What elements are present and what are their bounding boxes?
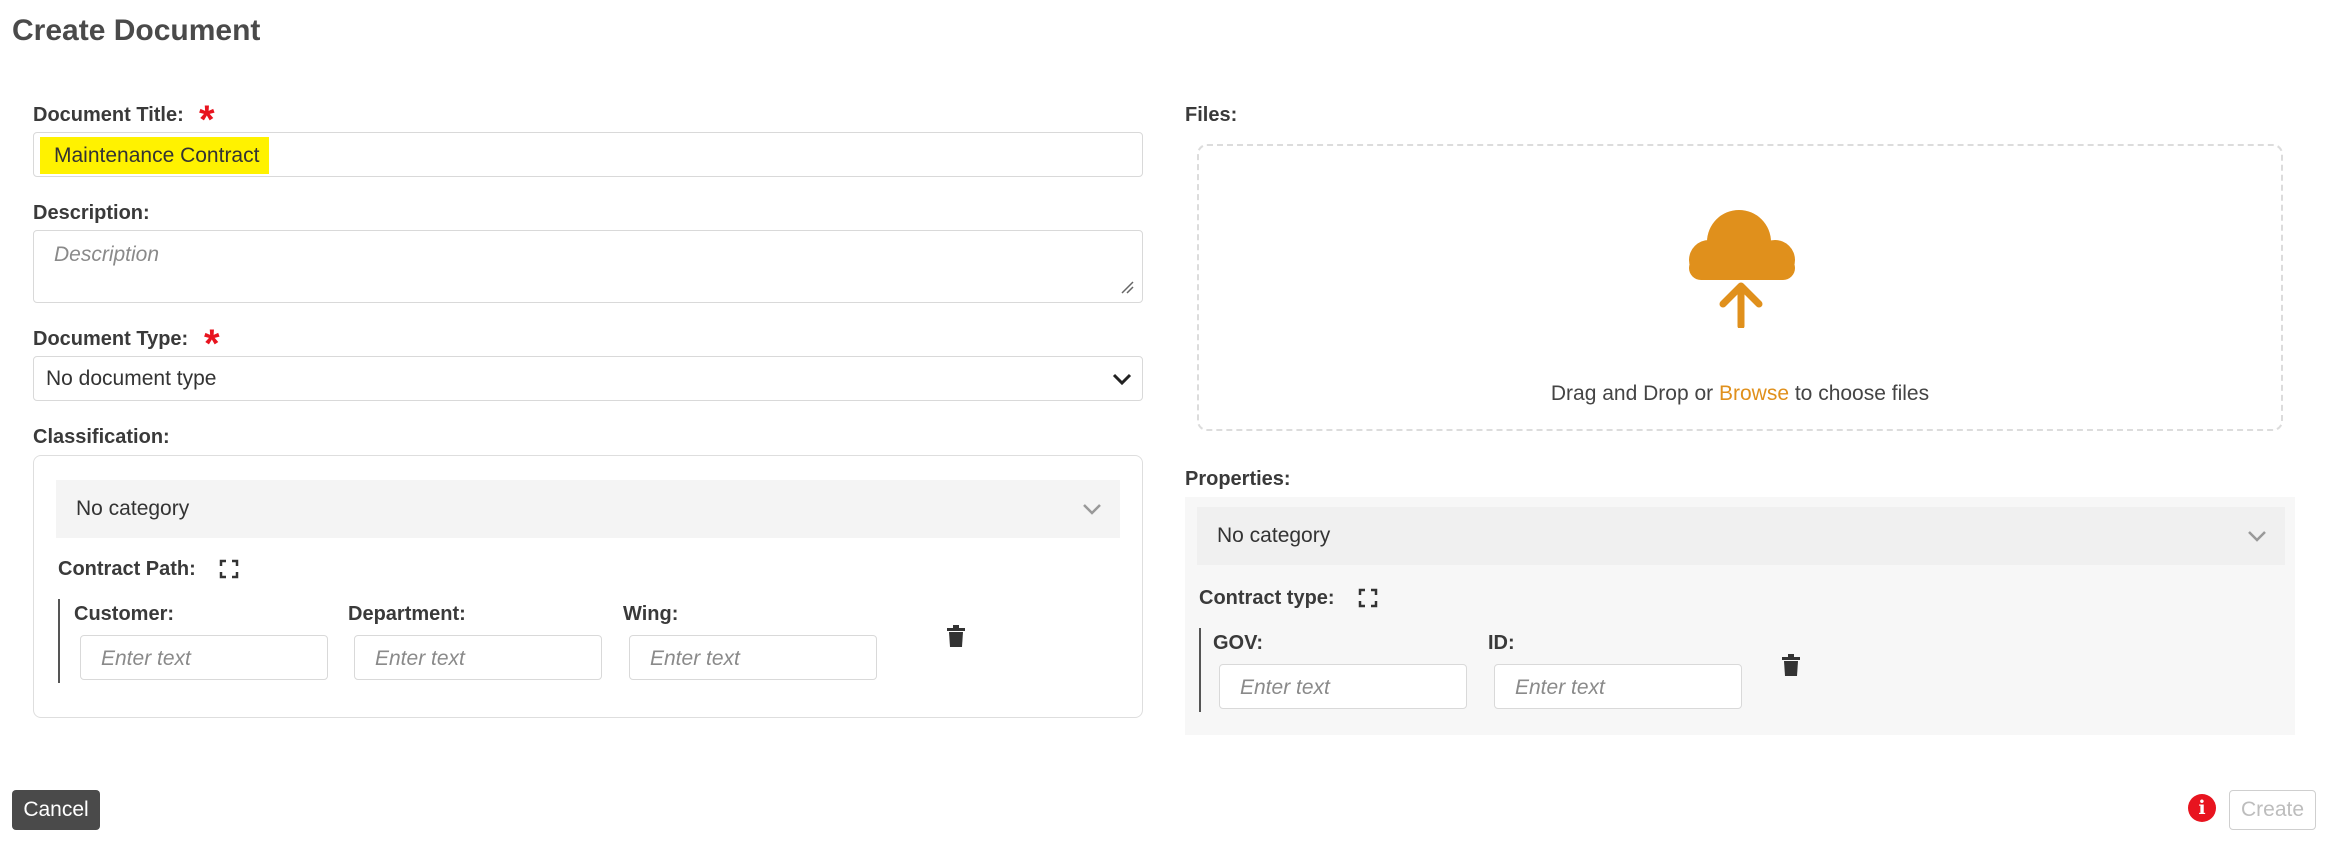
info-error-icon[interactable]: i xyxy=(2188,794,2216,822)
dropzone-text-after: to choose files xyxy=(1789,382,1930,405)
gov-input[interactable]: Enter text xyxy=(1219,664,1467,709)
expand-icon[interactable] xyxy=(219,559,239,579)
wing-placeholder: Enter text xyxy=(650,647,740,670)
gov-label: GOV: xyxy=(1213,632,1264,654)
department-input[interactable]: Enter text xyxy=(354,635,602,680)
classification-panel: No category Contract Path: Customer: Ent… xyxy=(33,455,1143,718)
cloud-upload-icon xyxy=(1689,210,1795,328)
document-type-label: Document Type: xyxy=(33,328,189,350)
description-textarea[interactable]: Description xyxy=(33,230,1143,303)
customer-placeholder: Enter text xyxy=(101,647,191,670)
wing-input[interactable]: Enter text xyxy=(629,635,877,680)
resize-handle-icon[interactable] xyxy=(1120,280,1134,294)
browse-link[interactable]: Browse xyxy=(1719,382,1789,405)
files-label: Files: xyxy=(1185,104,1238,126)
dropzone-instructions: Drag and Drop or Browse to choose files xyxy=(1199,382,2281,406)
department-label: Department: xyxy=(348,603,466,625)
chevron-down-icon xyxy=(1112,373,1132,386)
document-title-value: Maintenance Contract xyxy=(40,137,270,174)
document-type-value: No document type xyxy=(46,367,217,390)
create-button[interactable]: Create xyxy=(2229,790,2316,830)
cancel-button[interactable]: Cancel xyxy=(12,790,100,830)
id-label: ID: xyxy=(1488,632,1515,654)
id-input[interactable]: Enter text xyxy=(1494,664,1742,709)
properties-category-value: No category xyxy=(1217,524,1331,547)
trash-icon[interactable] xyxy=(947,625,965,647)
dropzone-text-before: Drag and Drop or xyxy=(1550,382,1719,405)
contract-path-label: Contract Path: xyxy=(58,558,196,580)
description-label: Description: xyxy=(33,202,150,224)
contract-type-row: GOV: Enter text ID: Enter text xyxy=(1199,628,1999,712)
department-placeholder: Enter text xyxy=(375,647,465,670)
document-title-label: Document Title: xyxy=(33,104,184,126)
chevron-down-icon xyxy=(1083,504,1101,515)
trash-icon[interactable] xyxy=(1782,654,1800,676)
properties-category-select[interactable]: No category xyxy=(1197,507,2285,565)
classification-category-value: No category xyxy=(76,497,190,520)
document-type-select[interactable]: No document type xyxy=(33,356,1143,401)
contract-type-label: Contract type: xyxy=(1199,587,1335,609)
customer-input[interactable]: Enter text xyxy=(80,635,328,680)
description-placeholder: Description xyxy=(54,243,160,266)
file-dropzone[interactable]: Drag and Drop or Browse to choose files xyxy=(1197,144,2283,431)
properties-panel: No category Contract type: GOV: Enter te… xyxy=(1185,497,2295,735)
classification-label: Classification: xyxy=(33,426,170,448)
expand-icon[interactable] xyxy=(1358,588,1378,608)
customer-label: Customer: xyxy=(74,603,175,625)
contract-path-row: Customer: Enter text Department: Enter t… xyxy=(58,599,1118,683)
properties-label: Properties: xyxy=(1185,468,1291,490)
document-title-input[interactable]: Maintenance Contract xyxy=(33,132,1143,177)
id-placeholder: Enter text xyxy=(1515,676,1605,699)
wing-label: Wing: xyxy=(623,603,679,625)
gov-placeholder: Enter text xyxy=(1240,676,1330,699)
page-title: Create Document xyxy=(12,14,261,47)
chevron-down-icon xyxy=(2248,531,2266,542)
classification-category-select[interactable]: No category xyxy=(56,480,1120,538)
